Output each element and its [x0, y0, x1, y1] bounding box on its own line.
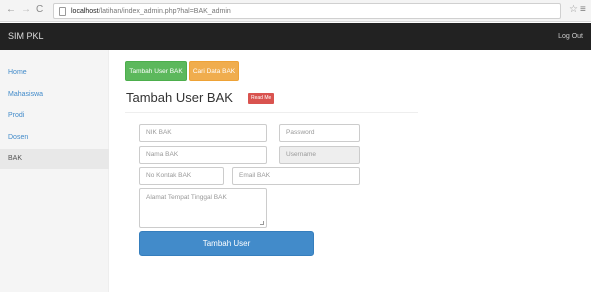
read-me-badge[interactable]: Read Me — [248, 93, 275, 104]
sidebar-item-home[interactable]: Home — [0, 63, 109, 83]
reload-icon[interactable]: C — [36, 4, 43, 16]
brand-title[interactable]: SIM PKL — [8, 31, 44, 42]
sidebar-item-mahasiswa[interactable]: Mahasiswa — [0, 85, 109, 105]
back-icon[interactable]: ← — [6, 4, 16, 16]
alamat-placeholder: Alamat Tempat Tinggal BAK — [146, 194, 227, 201]
page-title: Tambah User BAK — [126, 90, 233, 105]
username-field: Username — [279, 146, 360, 164]
nama-field[interactable]: Nama BAK — [139, 146, 267, 164]
logout-link[interactable]: Log Out — [558, 32, 583, 41]
menu-icon[interactable]: ≡ — [580, 4, 586, 16]
sidebar: Home Mahasiswa Prodi Dosen BAK — [0, 50, 109, 292]
nik-field[interactable]: NIK BAK — [139, 124, 267, 142]
tambah-user-button[interactable]: Tambah User — [139, 231, 314, 256]
sidebar-item-bak[interactable]: BAK — [0, 149, 109, 169]
sidebar-item-dosen[interactable]: Dosen — [0, 128, 109, 148]
address-bar[interactable]: localhost/latihan/index_admin.php?hal=BA… — [53, 3, 561, 19]
password-field[interactable]: Password — [279, 124, 360, 142]
alamat-textarea[interactable]: Alamat Tempat Tinggal BAK — [139, 188, 267, 228]
resize-grip-icon[interactable] — [260, 221, 264, 225]
cari-data-bak-button[interactable]: Cari Data BAK — [189, 61, 239, 81]
email-field[interactable]: Email BAK — [232, 167, 360, 185]
title-divider — [125, 112, 418, 113]
sidebar-item-prodi[interactable]: Prodi — [0, 106, 109, 126]
star-icon[interactable]: ☆ — [569, 4, 578, 16]
page-icon — [59, 7, 66, 16]
browser-toolbar: ← → C localhost/latihan/index_admin.php?… — [0, 0, 591, 22]
url-path: /latihan/index_admin.php?hal=BAK_admin — [98, 8, 231, 15]
url-text[interactable]: localhost/latihan/index_admin.php?hal=BA… — [71, 7, 231, 16]
app-navbar: SIM PKL Log Out — [0, 23, 591, 50]
forward-icon[interactable]: → — [21, 4, 31, 16]
tambah-user-bak-button[interactable]: Tambah User BAK — [125, 61, 187, 81]
kontak-field[interactable]: No Kontak BAK — [139, 167, 224, 185]
url-host: localhost — [71, 8, 99, 15]
